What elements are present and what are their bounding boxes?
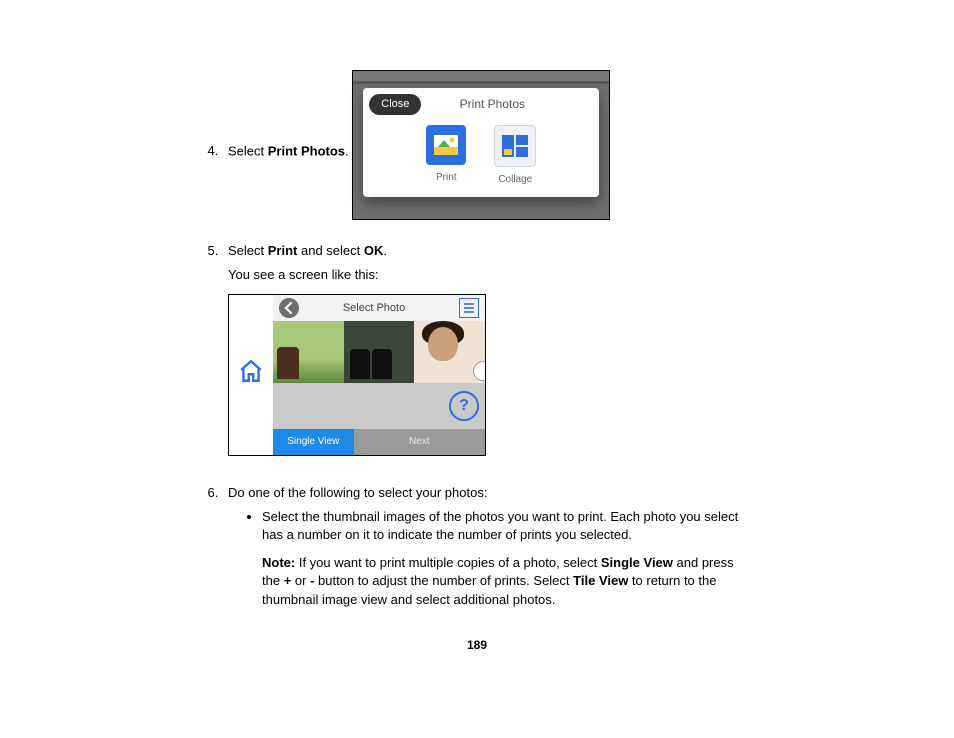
step-4: Select Print Photos. Close Print Photos — [222, 60, 754, 228]
collage-option[interactable]: Collage — [494, 125, 536, 187]
device-topbar — [353, 71, 609, 84]
note-p3: or — [291, 573, 310, 588]
note-label: Note: — [262, 555, 295, 570]
note-p1: If you want to print multiple copies of … — [295, 555, 601, 570]
collage-option-label: Collage — [494, 173, 536, 187]
page-number: 189 — [200, 637, 754, 654]
select-photo-title: Select Photo — [295, 301, 453, 316]
note-block: Note: If you want to print multiple copi… — [262, 554, 754, 609]
screenshot-select-photo: Select Photo ? — [228, 294, 486, 456]
step-5-line2: You see a screen like this: — [228, 266, 754, 284]
note-p4: button to adjust the number of prints. S… — [314, 573, 573, 588]
collage-icon — [494, 125, 536, 167]
single-view-button[interactable]: Single View — [273, 429, 354, 455]
step-4-bold: Print Photos — [268, 143, 345, 158]
step-5: Select Print and select OK. You see a sc… — [222, 242, 754, 470]
step-4-pre: Select — [228, 143, 268, 158]
print-option-label: Print — [426, 171, 466, 185]
next-button[interactable]: Next — [354, 429, 485, 455]
dialog-title: Print Photos — [391, 96, 593, 113]
step-5-post: . — [383, 243, 387, 258]
help-button[interactable]: ? — [449, 391, 479, 421]
step-5-pre: Select — [228, 243, 268, 258]
step-6-text: Do one of the following to select your p… — [228, 485, 487, 500]
screenshot-print-photos: Close Print Photos Print — [352, 70, 610, 220]
photo-thumbnail[interactable] — [273, 321, 344, 383]
step-6-bullets: Select the thumbnail images of the photo… — [228, 508, 754, 609]
photo-thumbnail[interactable] — [414, 321, 485, 383]
menu-button[interactable] — [459, 298, 479, 318]
photo-thumbnail-strip — [273, 321, 485, 383]
photo-thumbnail[interactable] — [344, 321, 415, 383]
step-4-post: . — [345, 143, 349, 158]
step-5-b1: Print — [268, 243, 298, 258]
bullet-1-text: Select the thumbnail images of the photo… — [262, 509, 738, 542]
device-left-rail — [229, 295, 273, 455]
bullet-select-thumbnails: Select the thumbnail images of the photo… — [262, 508, 754, 609]
print-photos-dialog: Close Print Photos Print — [363, 88, 599, 197]
note-b1: Single View — [601, 555, 673, 570]
step-6: Do one of the following to select your p… — [222, 484, 754, 609]
print-photo-icon — [426, 125, 466, 165]
print-option[interactable]: Print — [426, 125, 466, 187]
step-5-mid: and select — [297, 243, 364, 258]
home-icon[interactable] — [238, 357, 264, 393]
instruction-list: Select Print Photos. Close Print Photos — [200, 60, 754, 609]
step-5-b2: OK — [364, 243, 384, 258]
note-b4: Tile View — [573, 573, 628, 588]
